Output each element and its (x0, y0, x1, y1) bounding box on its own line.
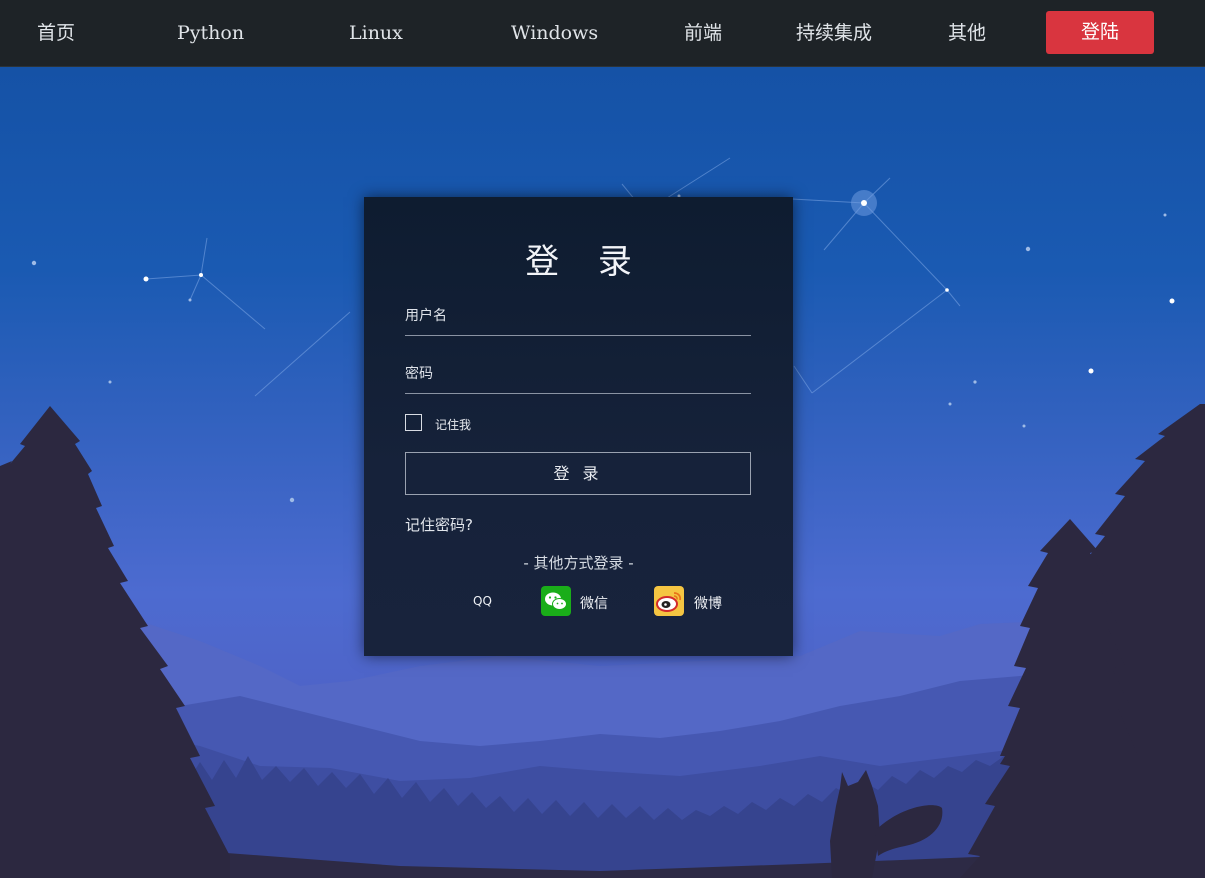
wechat-login-button[interactable]: 微信 (541, 586, 631, 616)
weibo-login-button[interactable]: 微博 (654, 586, 744, 616)
remember-me-label: 记住我 (435, 418, 472, 432)
nav-item-linux[interactable]: Linux (349, 20, 403, 46)
nav-item-frontend[interactable]: 前端 (684, 20, 722, 46)
password-field (405, 355, 751, 394)
nav-item-ci[interactable]: 持续集成 (796, 20, 872, 46)
nav-item-python[interactable]: Python (177, 20, 244, 46)
username-input[interactable] (405, 303, 751, 329)
nav-item-home[interactable]: 首页 (37, 20, 75, 46)
password-input[interactable] (405, 361, 751, 387)
login-submit-button[interactable]: 登 录 (405, 452, 751, 495)
qq-label: QQ (473, 594, 492, 608)
weibo-label: 微博 (694, 596, 722, 612)
wechat-icon (541, 586, 571, 616)
qq-login-button[interactable]: QQ (466, 586, 516, 616)
login-title: 登 录 (525, 242, 646, 282)
wechat-label: 微信 (580, 596, 608, 612)
nav-item-windows[interactable]: Windows (511, 20, 598, 46)
remember-me-checkbox[interactable] (405, 414, 422, 431)
username-field (405, 297, 751, 336)
login-card: 登 录 记住我 登 录 记住密码? - 其他方式登录 - QQ 微信 (364, 197, 793, 656)
other-login-divider: - 其他方式登录 - (523, 554, 634, 572)
nav-item-other[interactable]: 其他 (948, 20, 986, 46)
top-navbar: 首页 Python Linux Windows 前端 持续集成 其他 登陆 (0, 0, 1205, 67)
forgot-password-link[interactable]: 记住密码? (405, 514, 473, 535)
nav-login-button[interactable]: 登陆 (1046, 11, 1154, 54)
weibo-icon (654, 586, 684, 616)
